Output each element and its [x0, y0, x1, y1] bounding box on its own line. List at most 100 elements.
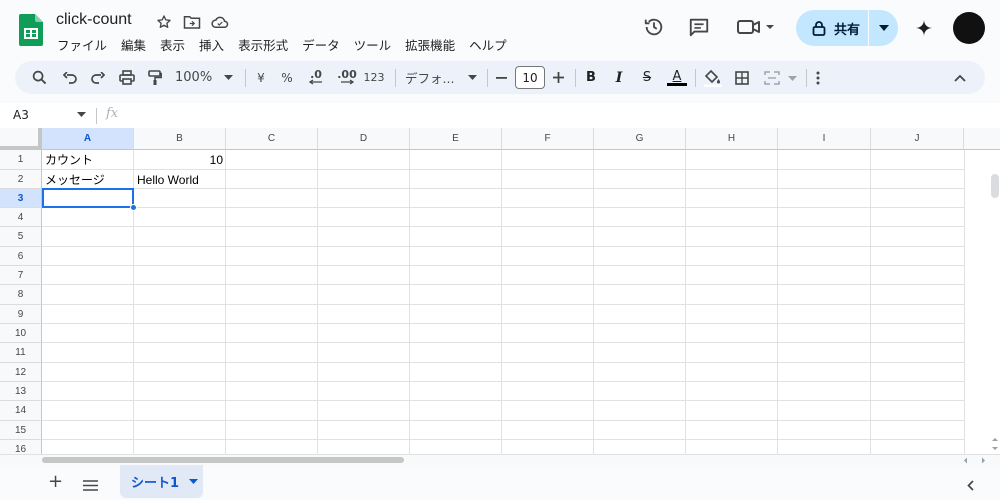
share-options-chevron-icon[interactable] — [869, 10, 898, 46]
star-icon[interactable] — [154, 12, 174, 32]
column-header-j[interactable]: J — [871, 128, 964, 150]
row-header-16[interactable]: 16 — [0, 440, 42, 454]
italic-button[interactable]: I — [609, 66, 629, 89]
collapse-toolbar-chevron-up-icon[interactable] — [949, 66, 971, 89]
scroll-arrows-icon[interactable] — [991, 436, 999, 452]
borders-icon[interactable] — [731, 66, 753, 89]
spreadsheet-grid[interactable]: A B C D E F G H I J 1 2 3 4 5 6 7 8 9 10… — [0, 128, 1000, 454]
menu-data[interactable]: データ — [295, 35, 347, 54]
chevron-down-icon[interactable] — [189, 479, 199, 484]
sheets-logo-icon[interactable] — [19, 14, 43, 46]
all-sheets-menu-icon[interactable] — [83, 476, 98, 495]
fill-handle[interactable] — [130, 204, 137, 211]
document-title[interactable]: click-count — [56, 11, 132, 29]
row-header-6[interactable]: 6 — [0, 247, 42, 266]
menu-edit[interactable]: 編集 — [114, 35, 153, 54]
comments-icon[interactable] — [688, 16, 710, 38]
gridline — [42, 420, 964, 421]
decrease-font-size-icon[interactable] — [493, 66, 509, 89]
menu-view[interactable]: 表示 — [153, 35, 192, 54]
bold-button[interactable]: B — [581, 66, 601, 89]
number-format-button[interactable]: 123 — [361, 66, 387, 89]
row-header-15[interactable]: 15 — [0, 421, 42, 440]
menu-insert[interactable]: 挿入 — [192, 35, 231, 54]
column-header-a[interactable]: A — [42, 128, 134, 150]
cloud-status-icon[interactable] — [210, 12, 230, 32]
row-header-2[interactable]: 2 — [0, 170, 42, 189]
currency-format-button[interactable]: ¥ — [251, 66, 271, 89]
strikethrough-button[interactable]: S — [637, 66, 657, 89]
menu-help[interactable]: ヘルプ — [462, 35, 514, 54]
more-options-icon[interactable] — [811, 66, 825, 89]
share-button[interactable]: 共有 — [796, 10, 898, 46]
vertical-scrollbar[interactable] — [964, 150, 1000, 454]
row-header-10[interactable]: 10 — [0, 324, 42, 343]
version-history-icon[interactable] — [643, 16, 665, 38]
font-family-select[interactable]: デフォ... — [403, 66, 479, 89]
increase-decimal-button[interactable]: .00 — [333, 66, 361, 89]
name-box[interactable]: A3 — [13, 108, 29, 122]
column-header-e[interactable]: E — [410, 128, 502, 150]
column-header-d[interactable]: D — [318, 128, 410, 150]
row-header-13[interactable]: 13 — [0, 382, 42, 401]
meet-icon[interactable] — [736, 16, 776, 38]
row-header-7[interactable]: 7 — [0, 266, 42, 285]
share-main[interactable]: 共有 — [796, 10, 868, 46]
horizontal-scrollbar[interactable] — [0, 454, 1000, 465]
account-avatar[interactable] — [953, 12, 985, 44]
column-header-c[interactable]: C — [226, 128, 318, 150]
paint-format-icon[interactable] — [145, 66, 165, 89]
cell-b1[interactable]: 10 — [134, 150, 226, 169]
gemini-sparkle-icon[interactable] — [913, 17, 935, 39]
column-header-g[interactable]: G — [594, 128, 686, 150]
horizontal-scroll-thumb[interactable] — [42, 457, 404, 463]
column-header-overflow — [964, 128, 1000, 150]
menu-tools[interactable]: ツール — [347, 35, 399, 54]
move-folder-icon[interactable] — [182, 12, 202, 32]
gridline — [42, 246, 964, 247]
menu-extensions[interactable]: 拡張機能 — [398, 35, 462, 54]
undo-icon[interactable] — [60, 66, 80, 89]
active-cell-selection[interactable] — [42, 188, 134, 208]
column-header-f[interactable]: F — [502, 128, 594, 150]
row-header-8[interactable]: 8 — [0, 285, 42, 305]
text-color-swatch — [667, 82, 687, 86]
add-sheet-button[interactable]: + — [48, 471, 63, 492]
fill-color-icon[interactable] — [701, 66, 725, 89]
text-color-button[interactable]: A — [665, 66, 689, 89]
gridline — [42, 284, 964, 285]
percent-format-button[interactable]: % — [277, 66, 297, 89]
zoom-select[interactable]: 100% — [173, 66, 235, 89]
sheet-tab-active[interactable]: シート1 — [120, 465, 203, 498]
gridline — [685, 150, 686, 454]
row-header-1[interactable]: 1 — [0, 150, 42, 170]
font-size-input[interactable]: 10 — [515, 66, 545, 89]
increase-font-size-icon[interactable] — [550, 66, 566, 89]
menu-file[interactable]: ファイル — [50, 35, 114, 54]
arrow-left-icon — [309, 79, 322, 85]
row-header-9[interactable]: 9 — [0, 305, 42, 324]
row-header-14[interactable]: 14 — [0, 401, 42, 421]
name-box-chevron-down-icon[interactable] — [77, 112, 86, 117]
decrease-decimal-button[interactable]: .0 — [303, 66, 329, 89]
row-header-3[interactable]: 3 — [0, 189, 42, 208]
print-icon[interactable] — [116, 66, 138, 89]
search-icon[interactable] — [29, 66, 49, 89]
row-header-11[interactable]: 11 — [0, 343, 42, 363]
cell-a1[interactable]: カウント — [42, 150, 134, 169]
redo-icon[interactable] — [88, 66, 108, 89]
menu-format[interactable]: 表示形式 — [231, 35, 295, 54]
row-header-5[interactable]: 5 — [0, 227, 42, 247]
row-header-12[interactable]: 12 — [0, 363, 42, 382]
row-header-4[interactable]: 4 — [0, 208, 42, 227]
explore-chevron-left-icon[interactable] — [967, 476, 974, 495]
column-header-i[interactable]: I — [778, 128, 871, 150]
column-header-h[interactable]: H — [686, 128, 778, 150]
cell-b2[interactable]: Hello World — [134, 170, 226, 189]
select-all-corner[interactable] — [0, 128, 42, 150]
column-header-b[interactable]: B — [134, 128, 226, 150]
vertical-scroll-thumb[interactable] — [991, 174, 999, 198]
merge-cells-icon[interactable] — [763, 66, 799, 89]
cell-a2[interactable]: メッセージ — [42, 170, 134, 189]
scroll-left-right-arrows-icon[interactable] — [962, 457, 990, 464]
